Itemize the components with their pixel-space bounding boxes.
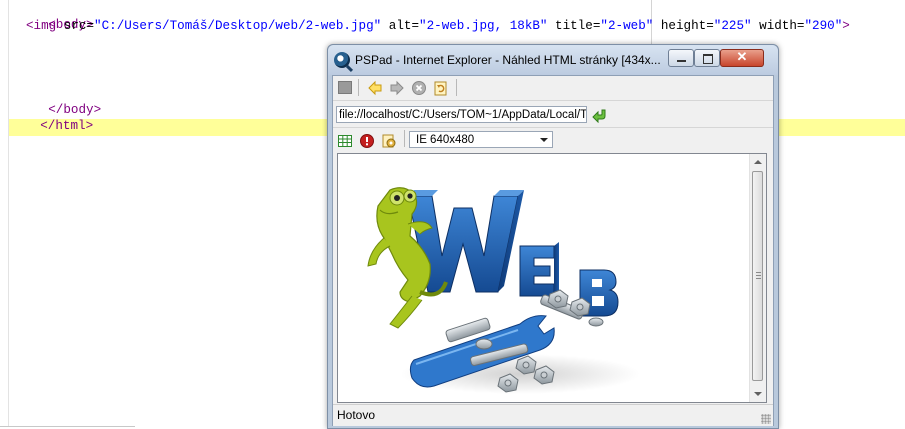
code-alt-value: "2-web.jpg, 18kB" [419,19,548,33]
browser-size-select[interactable]: IE 640x480 [409,131,553,148]
code-src-value: "C:/Users/Tomáš/Desktop/web/2-web.jpg" [94,19,382,33]
editor-gutter-divider [8,0,9,427]
scrollbar-thumb[interactable] [752,171,763,381]
minimize-button[interactable] [668,49,694,67]
code-line-img[interactable]: <img src="C:/Users/Tomáš/Desktop/web/2-w… [26,18,850,34]
refresh-page-icon[interactable] [433,80,449,96]
stop-x-icon[interactable] [411,80,427,96]
browser-size-value: IE 640x480 [416,134,475,146]
maximize-icon [703,54,713,64]
back-arrow-icon[interactable] [367,80,383,96]
code-title-attr: title= [547,19,601,33]
address-bar-row: file://localhost/C:/Users/TOM~1/AppData/… [333,103,773,128]
go-arrow-icon[interactable] [592,107,608,124]
minimize-icon [677,60,686,62]
window-titlebar[interactable]: PSPad - Internet Explorer - Náhled HTML … [328,45,778,75]
toolbar-separator [358,79,359,96]
code-height-attr: height= [653,19,714,33]
code-width-value: "290" [804,19,843,33]
code-alt-attr: alt= [381,19,420,33]
status-bar: Hotovo [333,404,773,426]
code-height-value: "225" [713,19,752,33]
scroll-grip-icon [756,272,761,279]
toolbar-separator [404,130,405,147]
navigation-toolbar [333,76,773,101]
resize-grip-icon[interactable] [761,414,771,424]
address-input[interactable]: file://localhost/C:/Users/TOM~1/AppData/… [336,106,587,123]
code-title-value: "2-web" [600,19,654,33]
close-icon: ✕ [736,49,748,64]
web-illustration-image [350,174,640,399]
stop-icon[interactable] [338,81,352,94]
maximize-button[interactable] [694,49,720,67]
pspad-magnifier-icon [334,52,350,68]
code-html-close: </html> [40,119,94,133]
vertical-scrollbar[interactable] [749,154,766,402]
code-line-html-close[interactable]: </html> [10,102,93,150]
code-img-close: > [842,19,850,33]
code-width-attr: width= [751,19,805,33]
browser-settings-icon[interactable] [381,133,397,149]
preview-options-toolbar: IE 640x480 [333,129,773,151]
forward-arrow-icon[interactable] [389,80,405,96]
table-grid-icon[interactable] [337,133,353,149]
preview-viewport[interactable] [337,153,767,403]
code-img-tag: <img [26,19,57,33]
chevron-down-icon [540,138,548,142]
window-title: PSPad - Internet Explorer - Náhled HTML … [355,53,661,67]
window-client-area: file://localhost/C:/Users/TOM~1/AppData/… [332,75,774,426]
status-text: Hotovo [337,408,376,422]
toolbar-separator [456,79,457,96]
code-src-attr: src= [56,19,95,33]
error-warning-icon[interactable] [359,133,375,149]
scroll-down-arrow-icon[interactable] [754,392,762,396]
html-preview-window[interactable]: PSPad - Internet Explorer - Náhled HTML … [327,44,779,429]
close-button[interactable]: ✕ [720,49,764,67]
scroll-up-arrow-icon[interactable] [754,160,762,164]
